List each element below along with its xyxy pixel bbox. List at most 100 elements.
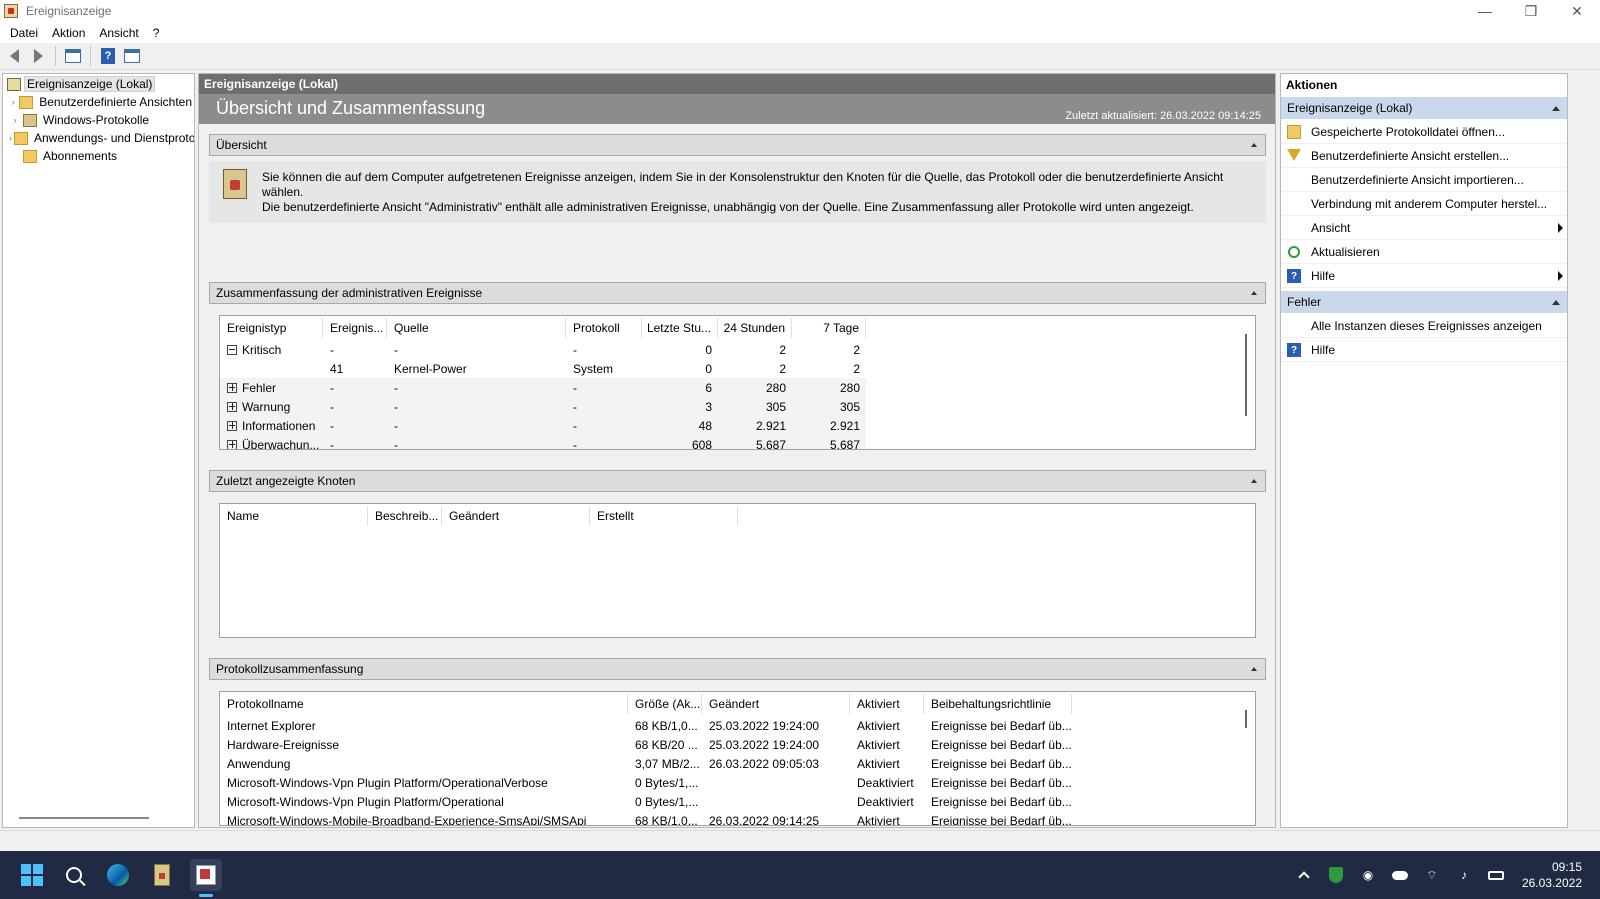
table-cell: 0 Bytes/1,... <box>635 794 699 809</box>
close-button[interactable]: ✕ <box>1554 0 1600 22</box>
log-summary-section-header[interactable]: Protokollzusammenfassung <box>209 658 1266 680</box>
edge-button[interactable] <box>102 859 134 891</box>
table-row[interactable]: Microsoft-Windows-Vpn Plugin Platform/Op… <box>220 773 1255 792</box>
show-hide-console-tree-button[interactable] <box>63 46 83 66</box>
collapse-minus-icon[interactable] <box>227 344 237 355</box>
action-item[interactable]: Alle Instanzen dieses Ereignisses anzeig… <box>1281 314 1567 338</box>
expand-plus-icon[interactable] <box>227 382 237 393</box>
tree-item-label: Benutzerdefinierte Ansichten <box>39 95 192 109</box>
column-header[interactable]: Protokoll <box>566 318 642 338</box>
column-header[interactable]: Ereignistyp <box>220 318 323 338</box>
minimize-button[interactable]: — <box>1462 0 1508 22</box>
collapse-icon[interactable] <box>1552 300 1560 305</box>
column-header[interactable]: Erstellt <box>590 506 738 526</box>
admin-summary-section-header[interactable]: Zusammenfassung der administrativen Erei… <box>209 282 1266 304</box>
column-header[interactable]: 24 Stunden <box>718 318 792 338</box>
event-viewer-taskbar-button[interactable] <box>146 859 178 891</box>
action-item[interactable]: Ansicht <box>1281 216 1567 240</box>
expand-plus-icon[interactable] <box>227 401 237 412</box>
table-row[interactable]: Fehler - - - 6 280 280 <box>220 378 866 397</box>
cell-text: 2 <box>853 342 860 357</box>
recent-nodes-section-header[interactable]: Zuletzt angezeigte Knoten <box>209 470 1266 492</box>
action-item[interactable]: ? Hilfe <box>1281 264 1567 288</box>
table-row[interactable]: Anwendung 3,07 MB/2... 26.03.2022 09:05:03… <box>220 754 1255 773</box>
volume-tray-button[interactable]: ♪ <box>1456 867 1472 883</box>
collapse-icon[interactable] <box>1251 479 1257 483</box>
menu-aktion[interactable]: Aktion <box>46 26 91 40</box>
action-item[interactable]: Aktualisieren <box>1281 240 1567 264</box>
taskbar-clock[interactable]: 09:15 26.03.2022 <box>1522 859 1582 891</box>
menu-help[interactable]: ? <box>147 26 166 40</box>
collapse-icon[interactable] <box>1251 667 1257 671</box>
collapse-icon[interactable] <box>1251 291 1257 295</box>
expand-plus-icon[interactable] <box>227 439 237 449</box>
search-button[interactable] <box>58 859 90 891</box>
action-item[interactable]: Gespeicherte Protokolldatei öffnen... <box>1281 120 1567 144</box>
column-header[interactable]: Geändert <box>702 694 850 714</box>
action-item[interactable]: ? Hilfe <box>1281 338 1567 362</box>
horizontal-scrollbar[interactable] <box>19 817 149 819</box>
collapse-icon[interactable] <box>1251 143 1257 147</box>
menu-datei[interactable]: Datei <box>4 26 44 40</box>
help-button[interactable]: ? <box>98 46 118 66</box>
column-header[interactable]: Beschreib... <box>368 506 442 526</box>
expand-chevron-icon[interactable]: › <box>9 133 12 143</box>
actions-group-items: Alle Instanzen dieses Ereignisses anzeig… <box>1281 314 1567 362</box>
show-hidden-icons-button[interactable] <box>1296 867 1312 883</box>
column-header[interactable]: Größe (Ak... <box>628 694 702 714</box>
table-row[interactable]: Überwachun... - - -608 5.687 5.687 <box>220 435 866 450</box>
actions-group-fehler[interactable]: Fehler <box>1281 291 1567 313</box>
column-header[interactable]: Beibehaltungsrichtlinie <box>924 694 1072 714</box>
battery-tray-button[interactable] <box>1487 867 1504 883</box>
network-tray-button[interactable]: ◉ <box>1360 867 1376 883</box>
column-header[interactable]: Ereignis... <box>323 318 387 338</box>
table-row[interactable]: Microsoft-Windows-Mobile-Broadband-Exper… <box>220 811 1255 826</box>
expand-chevron-icon[interactable]: › <box>9 115 21 125</box>
wifi-tray-button[interactable]: ⌔ <box>1424 867 1440 883</box>
column-header[interactable]: 7 Tage <box>792 318 866 338</box>
table-row[interactable]: Hardware-Ereignisse 68 KB/20 ... 25.03.202… <box>220 735 1255 754</box>
action-item-label: Hilfe <box>1311 268 1336 283</box>
column-header[interactable]: Letzte Stu... <box>642 318 718 338</box>
tree-item-custom-views[interactable]: › Benutzerdefinierte Ansichten <box>3 93 194 111</box>
column-header[interactable]: Quelle <box>387 318 566 338</box>
actions-group-event-viewer[interactable]: Ereignisanzeige (Lokal) <box>1281 97 1567 119</box>
start-button[interactable] <box>16 859 48 891</box>
overview-section-header[interactable]: Übersicht <box>209 134 1266 156</box>
cell-text: - <box>330 399 334 414</box>
table-cell: Überwachun... <box>220 438 323 449</box>
security-tray-button[interactable] <box>1328 867 1344 883</box>
table-row[interactable]: Internet Explorer 68 KB/1,0... 25.03.2022 … <box>220 716 1255 735</box>
table-row[interactable]: Informationen - - -48 2.921 2.921 <box>220 416 866 435</box>
forward-button[interactable] <box>28 46 48 66</box>
vertical-scrollbar[interactable] <box>1245 710 1247 728</box>
menu-ansicht[interactable]: Ansicht <box>93 26 144 40</box>
tree-item-app-service-logs[interactable]: › Anwendungs- und Dienstprotokolle <box>3 129 194 147</box>
action-item-label: Benutzerdefinierte Ansicht erstellen... <box>1311 148 1510 163</box>
expand-plus-icon[interactable] <box>227 420 237 431</box>
tree-item-windows-logs[interactable]: › Windows-Protokolle <box>3 111 194 129</box>
table-row[interactable]: Microsoft-Windows-Vpn Plugin Platform/Op… <box>220 792 1255 811</box>
action-item[interactable]: Benutzerdefinierte Ansicht erstellen... <box>1281 144 1567 168</box>
table-row[interactable]: Kritisch - - - 0 2 2 <box>220 340 1255 359</box>
tree-item-subscriptions[interactable]: Abonnements <box>3 147 194 165</box>
onedrive-tray-button[interactable] <box>1391 867 1408 883</box>
active-app-taskbar-button[interactable] <box>190 859 222 897</box>
vertical-scrollbar[interactable] <box>1245 334 1247 416</box>
tree-item-event-viewer-local[interactable]: Ereignisanzeige (Lokal) <box>3 75 194 93</box>
table-cell: - <box>323 400 387 414</box>
expand-chevron-icon[interactable]: › <box>9 97 17 107</box>
restore-button[interactable]: ❐ <box>1508 0 1554 22</box>
table-row[interactable]: 41 Kernel-Power System 0 2 2 <box>220 359 1255 378</box>
column-header[interactable]: Name <box>220 506 368 526</box>
column-header[interactable]: Protokollname <box>220 694 628 714</box>
action-item[interactable]: Benutzerdefinierte Ansicht importieren..… <box>1281 168 1567 192</box>
collapse-icon[interactable] <box>1552 106 1560 111</box>
action-item[interactable]: Verbindung mit anderem Computer herstel.… <box>1281 192 1567 216</box>
column-header[interactable]: Geändert <box>442 506 590 526</box>
cell-text: - <box>394 437 398 450</box>
back-button[interactable] <box>4 46 24 66</box>
show-hide-action-pane-button[interactable] <box>122 46 142 66</box>
column-header[interactable]: Aktiviert <box>850 694 924 714</box>
table-row[interactable]: Warnung - - - 3 305 305 <box>220 397 866 416</box>
